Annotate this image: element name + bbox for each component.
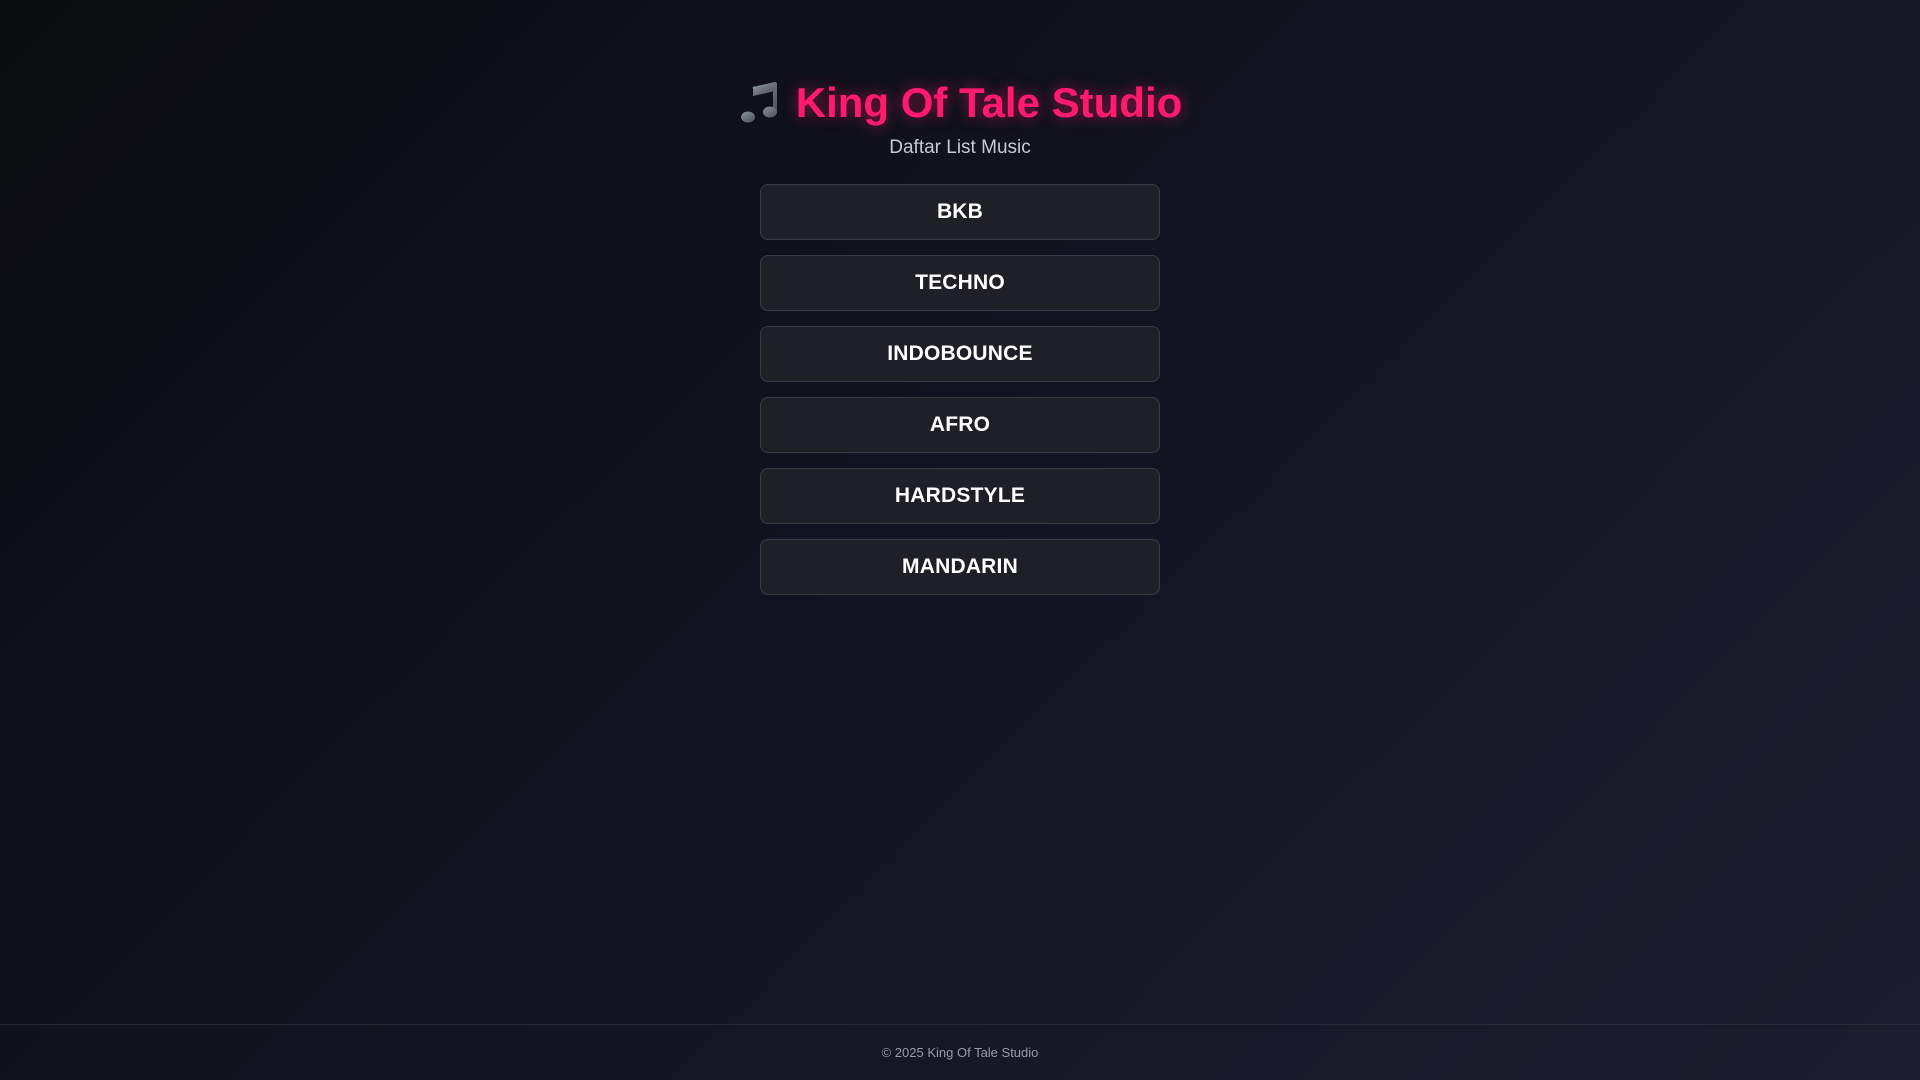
page-title: King Of Tale Studio [738,76,1183,130]
music-category-list: BKB TECHNO INDOBOUNCE AFRO HARDSTYLE MAN… [760,184,1160,595]
title-text: King Of Tale Studio [795,79,1183,126]
category-button-hardstyle[interactable]: HARDSTYLE [760,468,1160,524]
page-subtitle: Daftar List Music [889,137,1031,158]
copyright-text: © 2025 King Of Tale Studio [881,1045,1039,1060]
category-button-bkb[interactable]: BKB [760,184,1160,240]
musical-note-icon [738,79,782,127]
category-button-afro[interactable]: AFRO [760,397,1160,453]
page-header: King Of Tale Studio Daftar List Music [0,76,1920,160]
category-button-techno[interactable]: TECHNO [760,255,1160,311]
page-footer: © 2025 King Of Tale Studio [0,1024,1920,1080]
category-button-indobounce[interactable]: INDOBOUNCE [760,326,1160,382]
category-button-mandarin[interactable]: MANDARIN [760,539,1160,595]
